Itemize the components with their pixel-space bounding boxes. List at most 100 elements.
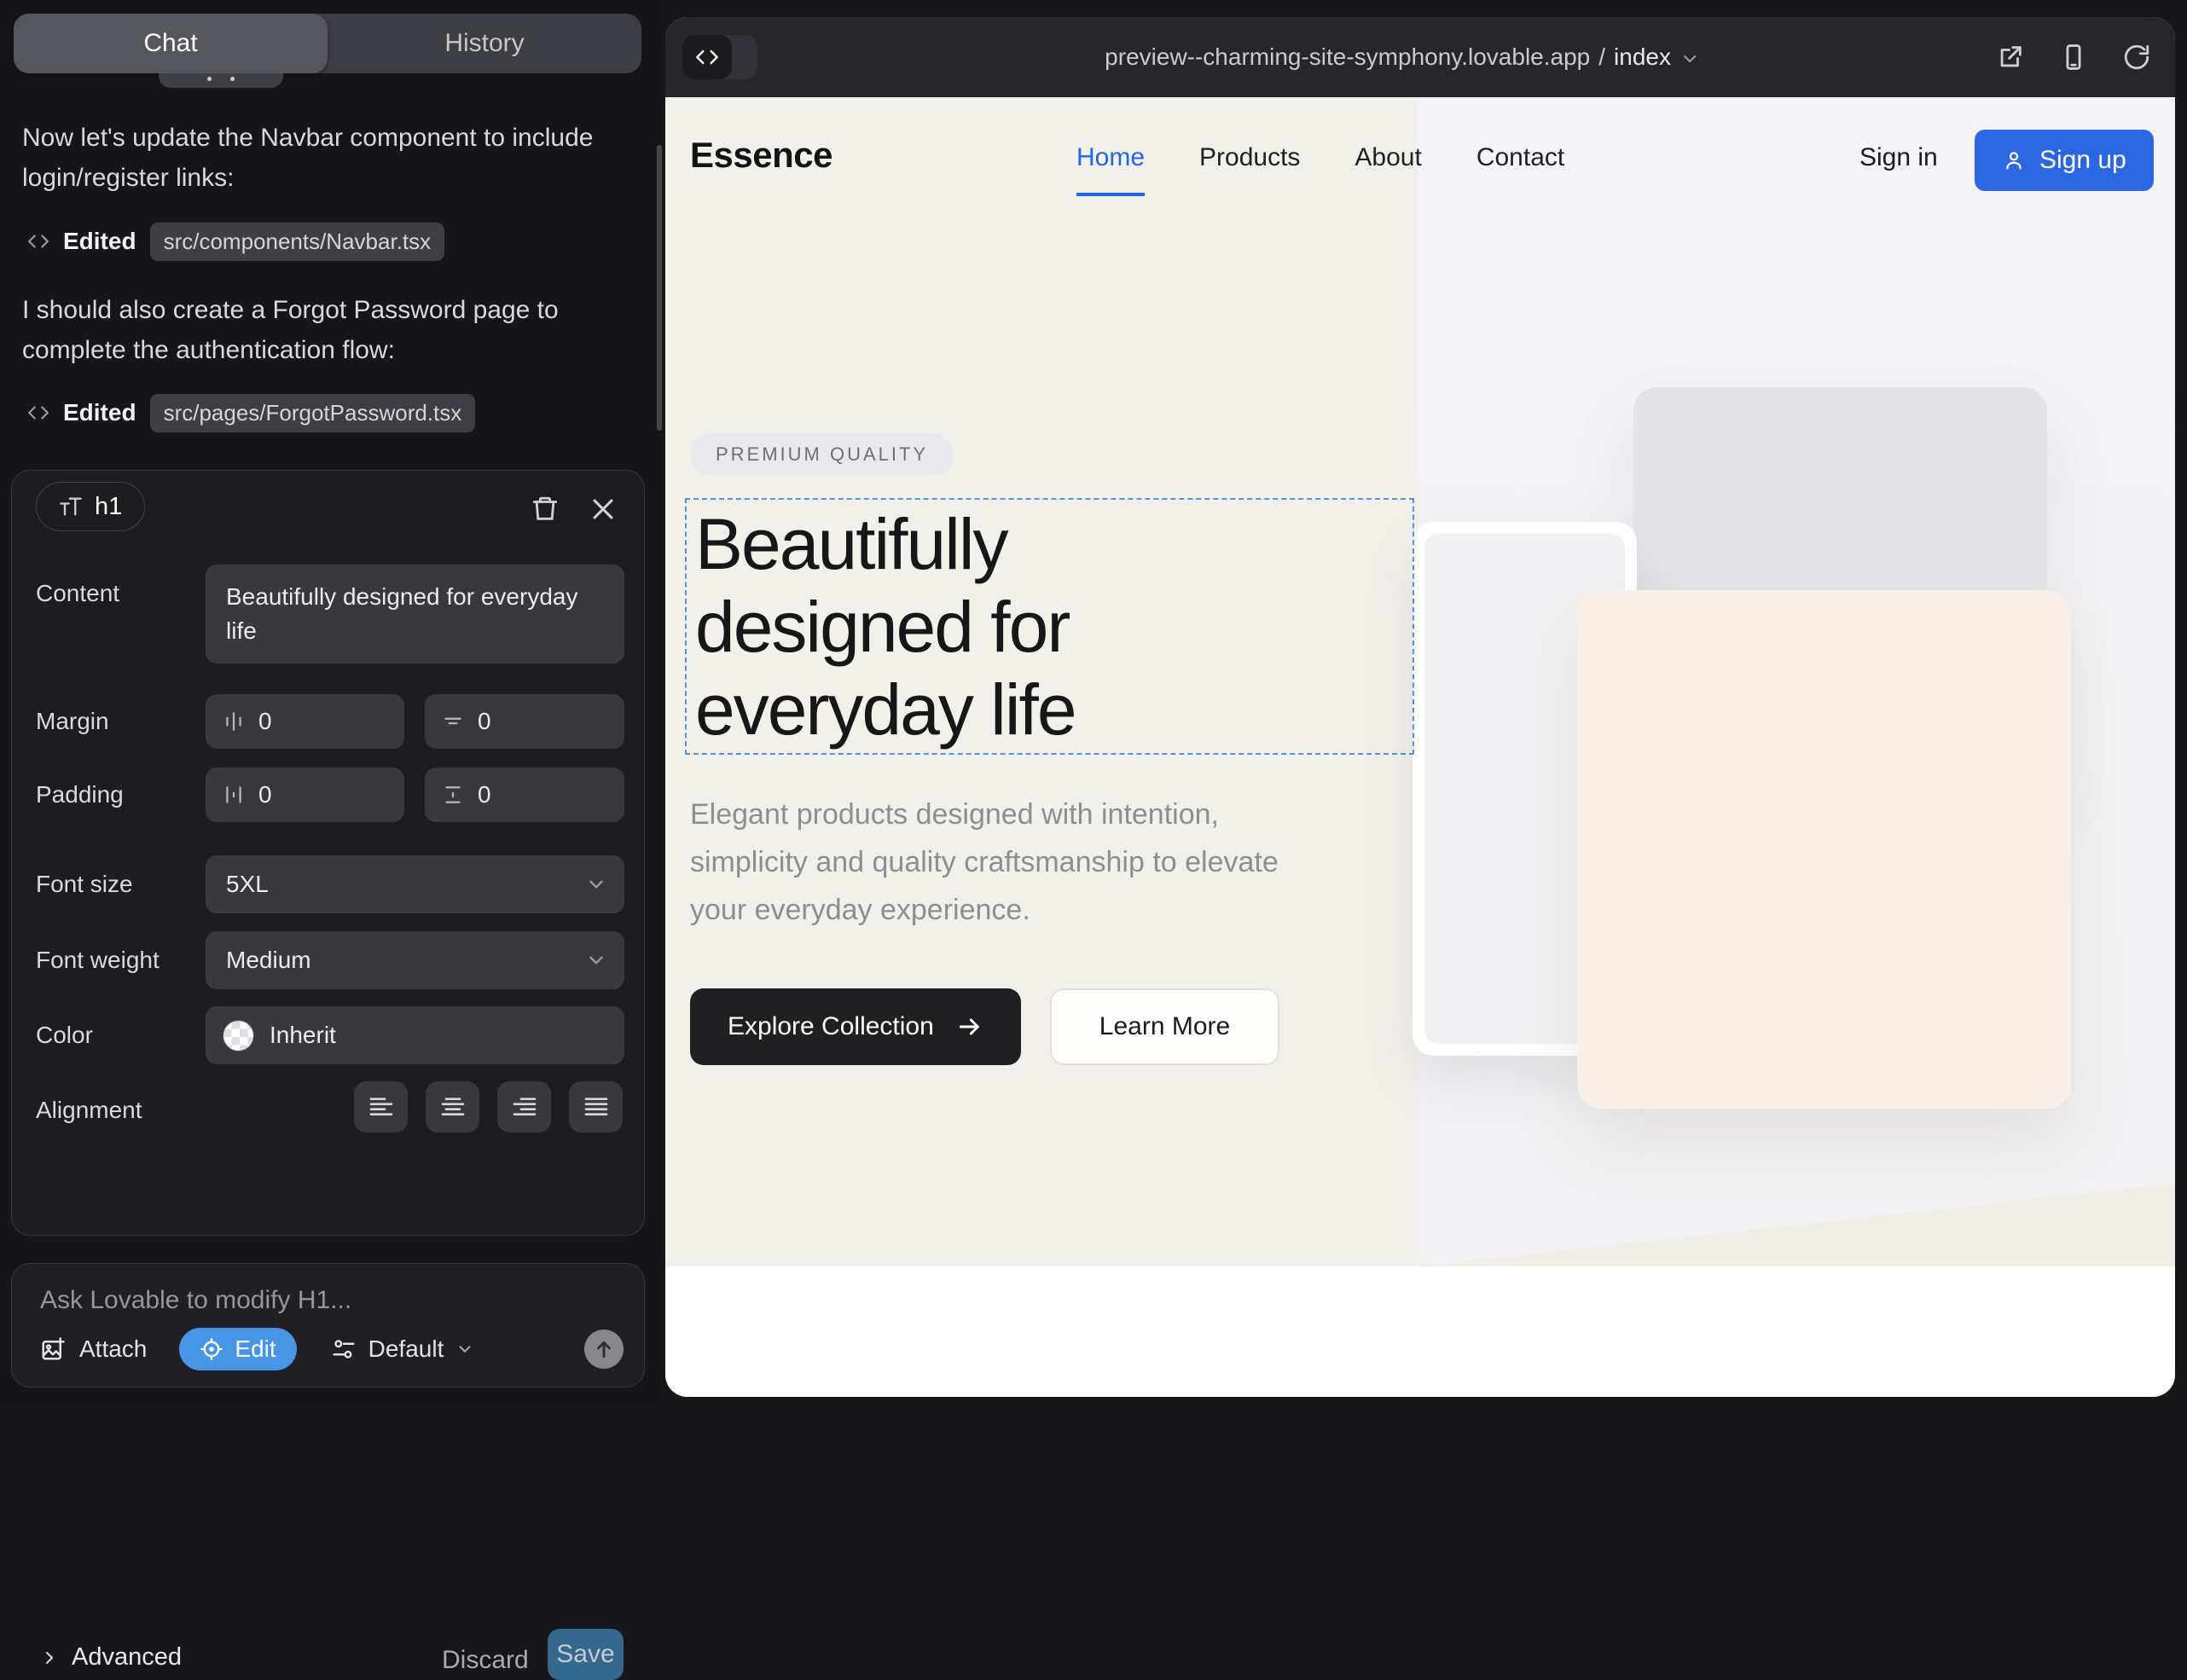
margin-horizontal-icon	[223, 710, 245, 733]
attach-button[interactable]: Attach	[40, 1335, 147, 1363]
padding-x-value: 0	[258, 781, 272, 808]
margin-label: Margin	[36, 708, 109, 735]
mode-selector[interactable]: Default	[331, 1335, 475, 1363]
alignment-group	[354, 1081, 623, 1133]
color-select[interactable]: Inherit	[206, 1006, 624, 1064]
align-center-icon	[439, 1093, 467, 1121]
color-value: Inherit	[270, 1022, 336, 1049]
margin-y-value: 0	[478, 708, 491, 735]
chevron-down-icon	[585, 949, 607, 971]
advanced-label: Advanced	[72, 1643, 182, 1671]
selected-heading-element[interactable]: Beautifully designed for everyday life	[685, 498, 1414, 755]
cta-row: Explore Collection Learn More	[690, 988, 1279, 1065]
margin-y-input[interactable]: 0	[425, 694, 624, 749]
sign-in-link[interactable]: Sign in	[1859, 143, 1938, 172]
align-center-button[interactable]	[426, 1081, 479, 1133]
align-justify-button[interactable]	[569, 1081, 623, 1133]
file-chip[interactable]: src/pages/ForgotPassword.tsx	[150, 394, 476, 432]
trash-icon	[531, 495, 560, 524]
margin-x-input[interactable]: 0	[206, 694, 404, 749]
edited-file-row: Edited src/pages/ForgotPassword.tsx	[27, 394, 475, 432]
align-right-icon	[511, 1093, 538, 1121]
padding-x-input[interactable]: 0	[206, 768, 404, 822]
hero-paragraph: Elegant products designed with intention…	[690, 791, 1304, 934]
chevron-right-icon	[39, 1648, 60, 1668]
preview-chrome-bar: preview--charming-site-symphony.lovable.…	[665, 17, 2175, 97]
site-viewport: Essence Home Products About Contact Sign…	[665, 97, 2175, 1397]
content-label: Content	[36, 580, 119, 607]
selected-tag-pill[interactable]: h1	[36, 482, 145, 531]
padding-label: Padding	[36, 781, 124, 808]
edit-mode-button[interactable]: Edit	[179, 1328, 296, 1370]
font-size-label: Font size	[36, 871, 133, 898]
delete-element-button[interactable]	[531, 495, 560, 524]
decorative-wedge	[1418, 1184, 2175, 1266]
image-plus-icon	[40, 1336, 66, 1362]
close-icon	[589, 495, 618, 524]
composer-toolbar: Attach Edit Default	[40, 1327, 624, 1371]
edited-file-row: Edited src/components/Navbar.tsx	[27, 223, 444, 260]
color-swatch-transparent	[223, 1020, 254, 1051]
sign-up-button[interactable]: Sign up	[1975, 130, 2154, 191]
tab-history[interactable]: History	[328, 14, 641, 73]
padding-y-value: 0	[478, 781, 491, 808]
padding-horizontal-icon	[223, 784, 245, 806]
discard-button[interactable]: Discard	[442, 1646, 529, 1675]
user-icon	[2002, 148, 2026, 172]
site-logo[interactable]: Essence	[690, 135, 832, 176]
nav-link-contact[interactable]: Contact	[1476, 143, 1564, 172]
nav-link-products[interactable]: Products	[1199, 143, 1300, 172]
save-button[interactable]: Save	[548, 1629, 624, 1680]
explore-collection-button[interactable]: Explore Collection	[690, 988, 1021, 1065]
color-label: Color	[36, 1022, 93, 1049]
chat-history-tabs: Chat History	[14, 14, 641, 73]
chat-sidebar: Chat History Now let's update the Navbar…	[0, 0, 665, 1409]
tab-chat[interactable]: Chat	[14, 14, 328, 73]
align-left-icon	[368, 1093, 395, 1121]
scrolled-button-partial[interactable]	[159, 73, 283, 88]
open-external-icon[interactable]	[1996, 43, 2025, 72]
type-icon	[59, 495, 83, 518]
nav-links: Home Products About Contact	[1076, 143, 1564, 172]
file-chip[interactable]: src/components/Navbar.tsx	[150, 223, 445, 261]
chrome-actions	[1996, 17, 2151, 97]
mobile-preview-icon[interactable]	[2059, 43, 2088, 72]
arrow-right-icon	[956, 1013, 983, 1040]
content-input[interactable]: Beautifully designed for everyday life	[206, 565, 624, 663]
align-right-button[interactable]	[497, 1081, 551, 1133]
font-weight-value: Medium	[226, 947, 311, 974]
preview-window: preview--charming-site-symphony.lovable.…	[665, 17, 2175, 1397]
preview-url[interactable]: preview--charming-site-symphony.lovable.…	[1105, 17, 1700, 97]
chevron-down-icon	[455, 1340, 474, 1358]
sliders-icon	[331, 1336, 357, 1362]
edited-label: Edited	[63, 399, 136, 426]
send-button[interactable]	[584, 1330, 624, 1369]
close-editor-button[interactable]	[589, 495, 618, 524]
arrow-up-icon	[593, 1338, 615, 1360]
nav-link-about[interactable]: About	[1355, 143, 1421, 172]
refresh-icon[interactable]	[2122, 43, 2151, 72]
edit-label: Edit	[235, 1335, 276, 1363]
selected-tag-name: h1	[95, 493, 122, 521]
chevron-down-icon	[1679, 49, 1700, 69]
padding-vertical-icon	[442, 784, 464, 806]
font-size-value: 5XL	[226, 871, 269, 898]
assistant-message: Now let's update the Navbar component to…	[22, 118, 628, 198]
font-size-select[interactable]: 5XL	[206, 855, 624, 913]
margin-x-value: 0	[258, 708, 272, 735]
align-left-button[interactable]	[354, 1081, 408, 1133]
code-view-toggle[interactable]	[682, 35, 757, 79]
dot-icon	[230, 77, 235, 81]
code-icon	[27, 402, 49, 424]
composer-input[interactable]: Ask Lovable to modify H1...	[40, 1286, 351, 1315]
learn-more-button[interactable]: Learn More	[1050, 988, 1279, 1065]
alignment-label: Alignment	[36, 1097, 142, 1124]
advanced-toggle[interactable]: Advanced	[39, 1643, 182, 1671]
chat-scrollbar[interactable]	[657, 145, 662, 431]
nav-link-home[interactable]: Home	[1076, 143, 1145, 172]
attach-label: Attach	[79, 1335, 147, 1363]
content-value: Beautifully designed for everyday life	[226, 580, 601, 648]
padding-y-input[interactable]: 0	[425, 768, 624, 822]
element-editor-panel: h1 Content Beautifully designed for ever…	[11, 470, 645, 1236]
font-weight-select[interactable]: Medium	[206, 931, 624, 989]
